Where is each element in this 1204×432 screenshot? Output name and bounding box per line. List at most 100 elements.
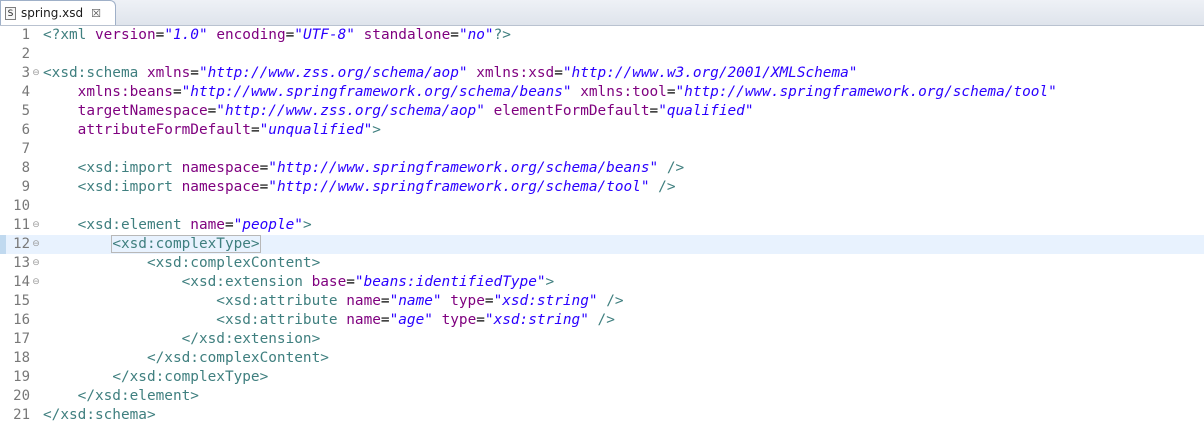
- code-line[interactable]: 2: [0, 45, 1204, 64]
- line-number: 13: [13, 255, 30, 271]
- code-token: "http://www.springframework.org/schema/t…: [675, 84, 1057, 100]
- code-line[interactable]: 11 ⊖ <xsd:element name="people">: [0, 216, 1204, 235]
- code-token: =: [380, 312, 390, 328]
- line-number: 17: [13, 331, 30, 347]
- code-line[interactable]: 7: [0, 140, 1204, 159]
- code-token: />: [597, 312, 615, 328]
- code-line[interactable]: 21 </xsd:schema>: [0, 406, 1204, 425]
- tab-spring-xsd[interactable]: S spring.xsd ☒: [0, 0, 116, 25]
- code-line[interactable]: 10: [0, 197, 1204, 216]
- code-token: "UTF-8": [294, 27, 355, 43]
- line-number: 19: [13, 369, 30, 385]
- code-token: =: [484, 293, 494, 309]
- code-line[interactable]: 4 xmlns:beans="http://www.springframewor…: [0, 83, 1204, 102]
- line-number: 2: [21, 46, 30, 62]
- code-token: namespace: [181, 179, 260, 195]
- code-token: =: [155, 27, 165, 43]
- code-editor[interactable]: 1 <?xml version="1.0" encoding="UTF-8" st…: [0, 26, 1204, 432]
- code-token: version: [94, 27, 156, 43]
- line-number: 5: [21, 103, 30, 119]
- code-token: <?xml: [43, 27, 95, 43]
- code-token: <xsd:import: [77, 179, 182, 195]
- code-token: <xsd:extension: [181, 274, 312, 290]
- code-token: =: [450, 27, 459, 43]
- fold-collapse-icon[interactable]: ⊖: [31, 220, 41, 230]
- code-line[interactable]: 9 <xsd:import namespace="http://www.spri…: [0, 178, 1204, 197]
- code-text: </xsd:schema>: [43, 406, 156, 425]
- code-line[interactable]: 19 </xsd:complexType>: [0, 368, 1204, 387]
- code-line[interactable]: 5 targetNamespace="http://www.zss.org/sc…: [0, 102, 1204, 121]
- code-token: targetNamespace: [77, 103, 208, 119]
- code-token: base: [311, 274, 347, 290]
- code-line[interactable]: 15 <xsd:attribute name="name" type="xsd:…: [0, 292, 1204, 311]
- code-text: <xsd:element name="people">: [43, 216, 312, 235]
- code-token: <xsd:attribute: [216, 293, 347, 309]
- code-token: attributeFormDefault: [77, 122, 251, 138]
- code-line[interactable]: 17 </xsd:extension>: [0, 330, 1204, 349]
- code-token: "qualified": [658, 103, 754, 119]
- fold-collapse-icon[interactable]: ⊖: [31, 239, 41, 249]
- code-line[interactable]: 1 <?xml version="1.0" encoding="UTF-8" st…: [0, 26, 1204, 45]
- code-token: =: [649, 103, 659, 119]
- code-text: attributeFormDefault="unqualified">: [43, 121, 381, 140]
- code-token: =: [172, 84, 182, 100]
- code-line[interactable]: 3 ⊖ <xsd:schema xmlns="http://www.zss.org/…: [0, 64, 1204, 83]
- code-token: xmlns:beans: [77, 84, 173, 100]
- code-text: <xsd:extension base="beans:identifiedTyp…: [43, 273, 555, 292]
- code-token: =: [346, 274, 355, 290]
- code-text: <xsd:attribute name="name" type="xsd:str…: [43, 292, 623, 311]
- code-text: </xsd:extension>: [43, 330, 321, 349]
- code-text: <xsd:import namespace="http://www.spring…: [43, 178, 676, 197]
- code-text: </xsd:element>: [43, 387, 199, 406]
- code-token: "age": [389, 312, 433, 328]
- code-token: </xsd:extension>: [181, 331, 321, 347]
- code-token: =: [190, 65, 199, 81]
- fold-collapse-icon[interactable]: ⊖: [31, 258, 41, 268]
- code-text: <xsd:complexType>: [43, 235, 261, 254]
- code-text: </xsd:complexType>: [43, 368, 268, 387]
- code-line[interactable]: 18 </xsd:complexContent>: [0, 349, 1204, 368]
- code-token: "http://www.springframework.org/schema/b…: [181, 84, 572, 100]
- code-token: <xsd:element: [77, 217, 191, 233]
- code-token: namespace: [181, 160, 260, 176]
- line-number: 8: [21, 160, 30, 176]
- fold-collapse-icon[interactable]: ⊖: [31, 277, 41, 287]
- code-line[interactable]: 6 attributeFormDefault="unqualified">: [0, 121, 1204, 140]
- code-token: "http://www.zss.org/schema/aop": [198, 65, 468, 81]
- code-token: >: [545, 274, 555, 290]
- fold-collapse-icon[interactable]: ⊖: [31, 68, 41, 78]
- code-line[interactable]: 20 </xsd:element>: [0, 387, 1204, 406]
- line-number: 16: [13, 312, 30, 328]
- line-number: 14: [13, 274, 30, 290]
- close-icon[interactable]: ☒: [91, 7, 101, 20]
- code-text: <?xml version="1.0" encoding="UTF-8" sta…: [43, 26, 511, 45]
- code-line[interactable]: 13 ⊖ <xsd:complexContent>: [0, 254, 1204, 273]
- code-token: type: [441, 312, 477, 328]
- code-token: "name": [389, 293, 442, 309]
- code-token: =: [207, 103, 217, 119]
- line-number: 21: [13, 407, 30, 423]
- code-text: targetNamespace="http://www.zss.org/sche…: [43, 102, 754, 121]
- code-token: "unqualified": [259, 122, 373, 138]
- code-token: "xsd:string": [493, 293, 598, 309]
- text-caret: [259, 236, 261, 252]
- code-token: "http://www.springframework.org/schema/t…: [268, 179, 650, 195]
- code-token: =: [224, 217, 234, 233]
- code-line[interactable]: 16 <xsd:attribute name="age" type="xsd:s…: [0, 311, 1204, 330]
- code-line[interactable]: 14 ⊖ <xsd:extension base="beans:identifie…: [0, 273, 1204, 292]
- code-line[interactable]: 8 <xsd:import namespace="http://www.spri…: [0, 159, 1204, 178]
- code-token: =: [380, 293, 390, 309]
- code-line[interactable]: 12 ⊖ <xsd:complexType>: [0, 235, 1204, 254]
- code-token: standalone: [363, 27, 451, 43]
- code-token: "http://www.zss.org/schema/aop": [216, 103, 485, 119]
